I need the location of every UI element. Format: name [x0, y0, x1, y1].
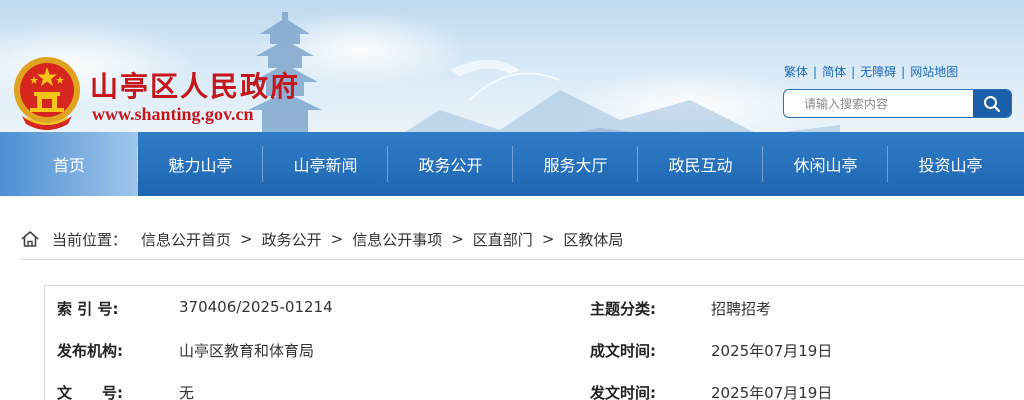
info-row: 发布机构: 山亭区教育和体育局 成文时间: 2025年07月19日: [45, 340, 1024, 362]
search-icon: [984, 95, 1001, 112]
link-traditional[interactable]: 繁体: [784, 63, 808, 80]
breadcrumb-label: 当前位置：: [52, 230, 128, 249]
info-label-doc-number: 文 号:: [57, 384, 123, 400]
nav-item-gov-affairs[interactable]: 政务公开: [388, 132, 513, 196]
breadcrumb-separator: >: [240, 230, 253, 248]
breadcrumb-item[interactable]: 政务公开: [262, 229, 322, 250]
info-label-issue-date: 发文时间:: [590, 384, 656, 400]
breadcrumb-item[interactable]: 信息公开首页: [141, 229, 231, 250]
breadcrumb-divider: [20, 259, 1024, 260]
link-accessibility[interactable]: 无障碍: [860, 63, 896, 80]
nav-item-leisure[interactable]: 休闲山亭: [763, 132, 888, 196]
info-label-category: 主题分类:: [590, 300, 656, 318]
pagoda-mountain-decoration: [404, 60, 840, 132]
breadcrumb-separator: >: [330, 230, 344, 248]
info-value-doc-number: 无: [179, 384, 195, 400]
info-value-written-date: 2025年07月19日: [711, 342, 833, 360]
nav-item-interaction[interactable]: 政民互动: [638, 132, 763, 196]
nav-item-charm[interactable]: 魅力山亭: [138, 132, 263, 196]
nav-item-investment[interactable]: 投资山亭: [888, 132, 1013, 196]
link-separator: |: [901, 64, 906, 79]
info-row: 索 引 号: 370406/2025-01214 主题分类: 招聘招考: [45, 298, 1024, 320]
info-value-category: 招聘招考: [711, 300, 772, 318]
info-label-publisher: 发布机构:: [57, 342, 123, 360]
link-sitemap[interactable]: 网站地图: [910, 63, 958, 80]
breadcrumb-separator: >: [451, 230, 464, 248]
search-button[interactable]: [973, 90, 1011, 117]
search-box: [783, 89, 1012, 118]
breadcrumb-separator: >: [541, 230, 555, 248]
link-separator: |: [813, 64, 818, 79]
nav-item-home[interactable]: 首页: [0, 132, 138, 196]
breadcrumb-item[interactable]: 信息公开事项: [352, 229, 442, 250]
site-name[interactable]: 山亭区人民政府: [90, 72, 300, 102]
breadcrumb: 当前位置： 信息公开首页 > 政务公开 > 信息公开事项 > 区直部门 > 区教…: [20, 228, 623, 250]
top-links: 繁体 | 简体 | 无障碍 | 网站地图: [784, 63, 958, 80]
info-label-written-date: 成文时间:: [590, 342, 656, 360]
nav-item-news[interactable]: 山亭新闻: [263, 132, 388, 196]
national-emblem-icon: [14, 57, 80, 130]
info-value-publisher: 山亭区教育和体育局: [179, 342, 315, 360]
info-value-issue-date: 2025年07月19日: [711, 384, 833, 400]
link-separator: |: [851, 64, 856, 79]
main-nav: 首页 魅力山亭 山亭新闻 政务公开 服务大厅 政民互动 休闲山亭 投资山亭: [0, 132, 1024, 196]
document-info-table: 索 引 号: 370406/2025-01214 主题分类: 招聘招考 发布机构…: [44, 285, 1024, 400]
site-domain[interactable]: www.shanting.gov.cn: [92, 104, 254, 124]
nav-item-service-hall[interactable]: 服务大厅: [513, 132, 638, 196]
site-header: 山亭区人民政府 www.shanting.gov.cn 繁体 | 简体 | 无障…: [0, 0, 1024, 132]
breadcrumb-item[interactable]: 区直部门: [473, 229, 533, 250]
breadcrumb-item[interactable]: 区教体局: [563, 229, 623, 250]
info-value-index: 370406/2025-01214: [179, 298, 333, 316]
home-icon: [21, 231, 39, 247]
link-simplified[interactable]: 简体: [822, 63, 846, 80]
search-input[interactable]: [784, 90, 974, 117]
info-row: 文 号: 无 发文时间: 2025年07月19日: [45, 382, 1024, 400]
info-label-index: 索 引 号:: [57, 300, 119, 318]
